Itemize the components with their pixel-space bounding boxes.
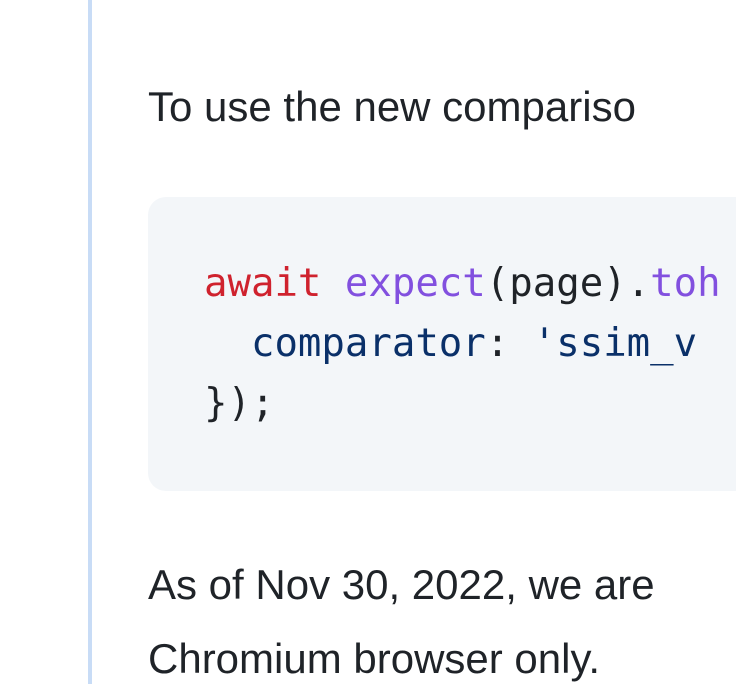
code-function-expect: expect — [344, 261, 486, 306]
code-args: (page). — [485, 261, 651, 306]
code-colon: : — [485, 321, 533, 366]
blog-post-page: To use the new compariso await expect(pa… — [0, 0, 736, 684]
code-closing: }); — [204, 381, 275, 426]
code-method: toh — [650, 261, 721, 306]
code-string-value: 'ssim_v — [532, 321, 698, 366]
code-keyword-await: await — [204, 261, 322, 306]
code-property-comparator: comparator — [250, 321, 486, 366]
blockquote-border — [88, 0, 92, 684]
code-block: await expect(page).toh comparator: 'ssim… — [148, 197, 736, 491]
note-paragraph: As of Nov 30, 2022, we are Chromium brows… — [148, 548, 655, 684]
code-snippet: await expect(page).toh comparator: 'ssim… — [204, 254, 721, 434]
intro-paragraph: To use the new compariso — [148, 83, 636, 130]
note-line-2: Chromium browser only. — [148, 635, 601, 682]
note-line-1: As of Nov 30, 2022, we are — [148, 561, 655, 608]
